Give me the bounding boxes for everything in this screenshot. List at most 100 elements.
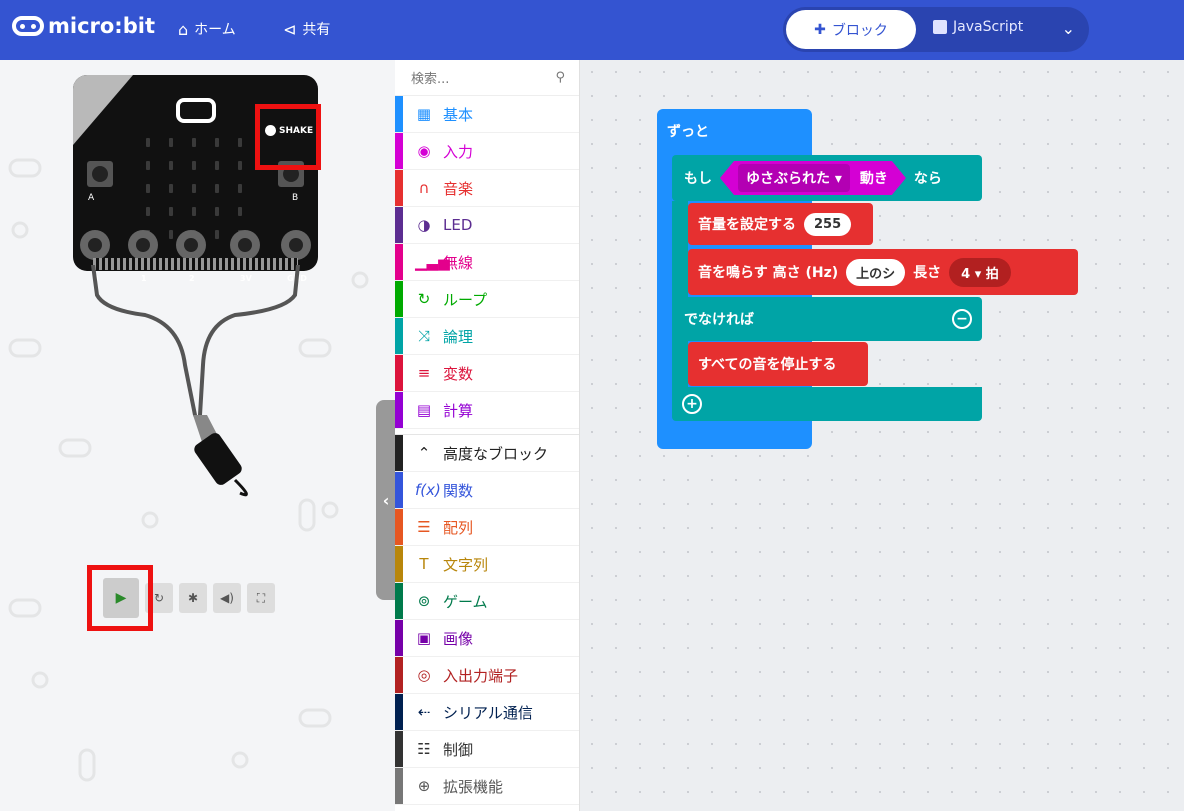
category-label: 画像 [443, 629, 474, 648]
speaker-icon: ◀) [220, 591, 234, 605]
category-color-bar [395, 318, 403, 354]
volume-input[interactable]: 255 [804, 212, 852, 236]
javascript-icon [933, 20, 947, 34]
else-block[interactable]: でなければ − [672, 297, 982, 341]
length-label: 長さ [913, 265, 942, 281]
category-serial[interactable]: ⇠ シリアル通信 [395, 694, 579, 731]
category-extensions[interactable]: ⊕ 拡張機能 [395, 768, 579, 805]
button-b-label: B [292, 193, 299, 203]
category-functions[interactable]: f(x) 関数 [395, 472, 579, 509]
collapse-simulator-button[interactable]: ‹ [376, 400, 396, 600]
if-block-bottom: + [672, 387, 982, 421]
fullscreen-button[interactable]: ⛶ [247, 583, 275, 613]
blocks-tab-label: ブロック [831, 22, 888, 39]
pin-gnd[interactable] [281, 230, 311, 260]
if-block-side [672, 201, 688, 387]
category-label: 計算 [443, 401, 474, 420]
board-corner [73, 75, 133, 145]
category-images[interactable]: ▣ 画像 [395, 620, 579, 657]
category-color-bar [395, 694, 403, 730]
category-color-bar [395, 509, 403, 545]
pin-icon: ◎ [417, 666, 431, 684]
stop-all-sounds-block[interactable]: すべての音を停止する [688, 342, 868, 386]
category-pins[interactable]: ◎ 入出力端子 [395, 657, 579, 694]
search-input[interactable]: 検索... ⚲ [395, 60, 579, 96]
beat-dropdown[interactable]: 4 ▾ 拍 [949, 257, 1011, 287]
then-label: なら [913, 171, 942, 187]
category-music[interactable]: ∩ 音楽 [395, 170, 579, 207]
gesture-condition[interactable]: ゆさぶられた ▾ 動き [720, 161, 906, 195]
block-workspace[interactable]: ずっと もし ゆさぶられた ▾ 動き なら 音量を設定する 255 音を鳴らす … [580, 60, 1184, 811]
text-icon: T [419, 555, 429, 573]
debug-button[interactable]: ✱ [179, 583, 207, 613]
list-icon: ≡ [417, 364, 431, 382]
category-advanced[interactable]: ⌃ 高度なブロック [395, 435, 579, 472]
minus-circle-icon[interactable]: − [952, 309, 972, 329]
category-led[interactable]: ◑ LED [395, 207, 579, 244]
tone-input[interactable]: 上のシ [846, 258, 906, 286]
logo-text: micro:bit [48, 14, 155, 38]
pin-0[interactable] [80, 230, 110, 260]
beat-unit: 拍 [985, 266, 999, 282]
play-tone-label: 音を鳴らす 高さ (Hz) [698, 265, 839, 281]
highlight-shake [255, 104, 321, 170]
mute-button[interactable]: ◀) [213, 583, 241, 613]
category-input[interactable]: ◉ 入力 [395, 133, 579, 170]
share-button[interactable]: ⊲ 共有 [283, 19, 330, 39]
usb-icon: ⇠ [417, 703, 431, 721]
headphone-cable [91, 265, 300, 497]
loop-icon: ↻ [417, 290, 431, 308]
category-math[interactable]: ▤ 計算 [395, 392, 579, 429]
button-a[interactable] [87, 161, 113, 187]
category-label: 音楽 [443, 179, 474, 198]
chevron-down-icon[interactable]: ⌄ [1062, 19, 1075, 38]
if-block[interactable]: もし ゆさぶられた ▾ 動き なら [672, 155, 982, 201]
puzzle-icon: ✚ [814, 21, 826, 38]
category-label: 無線 [443, 253, 474, 272]
category-text[interactable]: T 文字列 [395, 546, 579, 583]
blocks-tab[interactable]: ✚ ブロック [786, 10, 916, 49]
category-variables[interactable]: ≡ 変数 [395, 355, 579, 392]
category-game[interactable]: ⊚ ゲーム [395, 583, 579, 620]
signal-icon: ▁▃▅ [415, 253, 450, 271]
grid-icon: ▦ [416, 105, 432, 123]
toggle-icon: ◑ [417, 216, 431, 234]
else-label: でなければ [684, 312, 754, 328]
category-label: LED [443, 216, 473, 234]
play-tone-block[interactable]: 音を鳴らす 高さ (Hz) 上のシ 長さ 4 ▾ 拍 [688, 249, 1078, 295]
category-color-bar [395, 657, 403, 693]
plus-circle-icon[interactable]: + [682, 394, 702, 414]
category-radio[interactable]: ▁▃▅ 無線 [395, 244, 579, 281]
bug-icon: ✱ [187, 591, 199, 605]
javascript-tab[interactable]: JavaScript [933, 19, 1023, 35]
array-icon: ☰ [417, 518, 431, 536]
category-basic[interactable]: ▦ 基本 [395, 96, 579, 133]
pin-1[interactable] [128, 230, 158, 260]
category-color-bar [395, 583, 403, 619]
set-volume-label: 音量を設定する [698, 217, 796, 233]
image-icon: ▣ [416, 629, 432, 647]
forever-label: ずっと [667, 124, 709, 140]
category-color-bar [395, 620, 403, 656]
home-label: ホーム [194, 22, 236, 38]
search-placeholder: 検索... [411, 72, 450, 87]
category-loops[interactable]: ↻ ループ [395, 281, 579, 318]
plus-circle-icon: ⊕ [417, 777, 431, 795]
highlight-play [87, 565, 153, 631]
led-matrix [146, 138, 242, 239]
category-color-bar [395, 355, 403, 391]
gesture-dropdown[interactable]: ゆさぶられた ▾ [738, 164, 850, 192]
chevron-left-icon: ‹ [382, 490, 390, 510]
home-button[interactable]: ⌂ ホーム [178, 19, 236, 39]
category-color-bar [395, 392, 403, 428]
pin-2[interactable] [176, 230, 206, 260]
category-control[interactable]: ☷ 制御 [395, 731, 579, 768]
set-volume-block[interactable]: 音量を設定する 255 [688, 203, 873, 245]
microbit-logo[interactable]: micro:bit [12, 14, 155, 38]
category-label: 基本 [443, 105, 474, 124]
restart-icon: ↻ [153, 591, 165, 605]
server-icon: ☷ [417, 740, 431, 758]
category-arrays[interactable]: ☰ 配列 [395, 509, 579, 546]
category-logic[interactable]: ⤨ 論理 [395, 318, 579, 355]
pin-3v[interactable] [230, 230, 260, 260]
